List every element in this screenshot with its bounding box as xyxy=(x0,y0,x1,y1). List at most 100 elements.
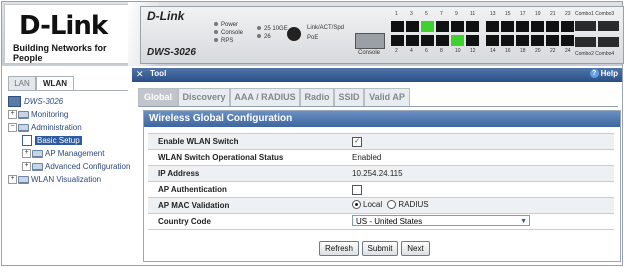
ethernet-port-icon xyxy=(406,21,419,32)
refresh-button[interactable]: Refresh xyxy=(319,241,359,256)
ethernet-port-icon xyxy=(436,35,449,46)
led-label-power: Power xyxy=(221,22,239,28)
tab-valid-ap[interactable]: Valid AP xyxy=(364,88,410,106)
tree-item-label: Advanced Configuration xyxy=(45,162,131,171)
led-25-icon xyxy=(257,26,261,31)
ap-mac-radius-radio[interactable] xyxy=(387,200,397,210)
ethernet-port-icon xyxy=(451,21,464,32)
combo-top-label: Combo1 Combo3 xyxy=(575,11,615,17)
tree-item-advanced-configuration[interactable]: + Advanced Configuration xyxy=(22,161,130,173)
tree-item-label: WLAN Visualization xyxy=(31,175,102,184)
port-number-label: 22 xyxy=(550,48,556,54)
port-number-label: 14 xyxy=(490,48,496,54)
port-number-label: 20 xyxy=(535,48,541,54)
ethernet-port-icon xyxy=(546,21,559,32)
port-number-label: 19 xyxy=(535,11,541,17)
expand-icon[interactable]: + xyxy=(22,162,31,172)
expand-icon[interactable]: + xyxy=(22,149,31,159)
tree-root[interactable]: DWS-3026 xyxy=(8,96,63,108)
country-code-label: Country Code xyxy=(158,217,211,226)
combo4-port-icon xyxy=(598,37,619,47)
port-number-label: 12 xyxy=(470,48,476,54)
led-26-icon xyxy=(257,34,261,39)
tab-aaa-radius[interactable]: AAA / RADIUS xyxy=(230,88,300,106)
tree-item-monitoring[interactable]: + Monitoring xyxy=(8,109,68,121)
combo-bottom-label: Combo2 Combo4 xyxy=(575,51,615,57)
port-number-label: 24 xyxy=(565,48,571,54)
tab-ssid[interactable]: SSID xyxy=(334,88,364,106)
port-number-label: 13 xyxy=(490,11,496,17)
link-labels: Link/ACT/Spd PoE xyxy=(307,23,344,43)
form-row-ap-authentication: AP Authentication xyxy=(148,182,614,198)
config-form: Enable WLAN Switch ✓ WLAN Switch Operati… xyxy=(148,133,614,230)
expand-icon[interactable]: + xyxy=(8,175,17,185)
tree-item-ap-management[interactable]: + AP Management xyxy=(22,148,104,160)
help-button[interactable]: ? Help xyxy=(589,69,618,79)
tab-lan[interactable]: LAN xyxy=(8,76,36,91)
tool-menu[interactable]: Tool xyxy=(150,69,166,78)
console-led-icon xyxy=(214,30,218,35)
enable-wlan-switch-label: Enable WLAN Switch xyxy=(158,137,239,146)
device-brand: D-Link xyxy=(147,9,185,23)
tab-wlan[interactable]: WLAN xyxy=(36,76,74,91)
speed-label: 10GE xyxy=(272,26,288,32)
next-button[interactable]: Next xyxy=(401,241,430,256)
form-row-ap-mac-validation: AP MAC Validation Local RADIUS xyxy=(148,198,614,214)
tree-item-basic-setup[interactable]: Basic Setup xyxy=(22,135,82,147)
ethernet-port-icon xyxy=(516,35,529,46)
tree-root-label: DWS-3026 xyxy=(24,97,64,106)
tree-item-administration[interactable]: − Administration xyxy=(8,122,82,134)
ethernet-port-icon xyxy=(486,21,499,32)
help-icon: ? xyxy=(589,69,599,79)
ethernet-port-icon xyxy=(421,35,434,46)
led-label-25: 25 xyxy=(264,26,271,32)
operational-status-label: WLAN Switch Operational Status xyxy=(158,153,284,162)
ethernet-port-icon xyxy=(546,35,559,46)
ethernet-port-icon xyxy=(406,35,419,46)
ethernet-port-icon xyxy=(501,35,514,46)
folder-icon xyxy=(32,149,43,158)
tab-global[interactable]: Global xyxy=(138,88,178,106)
form-row-enable-wlan-switch: Enable WLAN Switch ✓ xyxy=(148,134,614,150)
ethernet-port-icon xyxy=(451,35,464,46)
speed-led-labels: 25 10GE 26 xyxy=(257,25,288,41)
port-number-label: 5 xyxy=(425,11,428,17)
ip-address-label: IP Address xyxy=(158,169,200,178)
operational-status-value: Enabled xyxy=(352,153,382,162)
country-code-select[interactable]: US - United States ▼ xyxy=(352,215,530,226)
ethernet-port-icon xyxy=(436,21,449,32)
tree-item-label: Monitoring xyxy=(31,110,69,119)
port-number-label: 7 xyxy=(440,11,443,17)
expand-icon[interactable]: + xyxy=(8,110,17,120)
console-port-icon xyxy=(355,33,385,49)
tab-discovery[interactable]: Discovery xyxy=(178,88,230,106)
collapse-icon[interactable]: − xyxy=(8,123,17,133)
port-number-label: 17 xyxy=(520,11,526,17)
ap-mac-local-label: Local xyxy=(363,200,383,209)
led-label-rps: RPS xyxy=(221,38,234,44)
ap-authentication-checkbox[interactable] xyxy=(352,185,362,195)
tree-item-label-selected: Basic Setup xyxy=(35,136,82,145)
port-number-label: 21 xyxy=(550,11,556,17)
tab-radio[interactable]: Radio xyxy=(300,88,334,106)
ethernet-port-icon xyxy=(531,21,544,32)
logo-text: D-Link xyxy=(19,11,108,41)
tree-item-wlan-visualization[interactable]: + WLAN Visualization xyxy=(8,174,101,186)
logo-tagline: Building Networks for People xyxy=(13,43,107,63)
form-row-operational-status: WLAN Switch Operational Status Enabled xyxy=(148,150,614,166)
mode-knob-icon xyxy=(287,27,301,41)
ethernet-port-icon xyxy=(391,35,404,46)
led-labels: Power Console RPS xyxy=(214,21,243,45)
page-icon xyxy=(22,135,32,147)
enable-wlan-switch-checkbox[interactable]: ✓ xyxy=(352,137,362,147)
submit-button[interactable]: Submit xyxy=(362,241,398,256)
folder-icon xyxy=(18,110,29,119)
port-number-label: 8 xyxy=(440,48,443,54)
ap-mac-local-radio[interactable] xyxy=(352,200,361,210)
port-number-label: 11 xyxy=(470,11,476,17)
poe-label: PoE xyxy=(307,35,319,41)
port-number-label: 23 xyxy=(565,11,571,17)
port-number-label: 10 xyxy=(455,48,461,54)
port-number-label: 18 xyxy=(520,48,526,54)
dlink-logo: D-Link Building Networks for People xyxy=(4,4,132,64)
